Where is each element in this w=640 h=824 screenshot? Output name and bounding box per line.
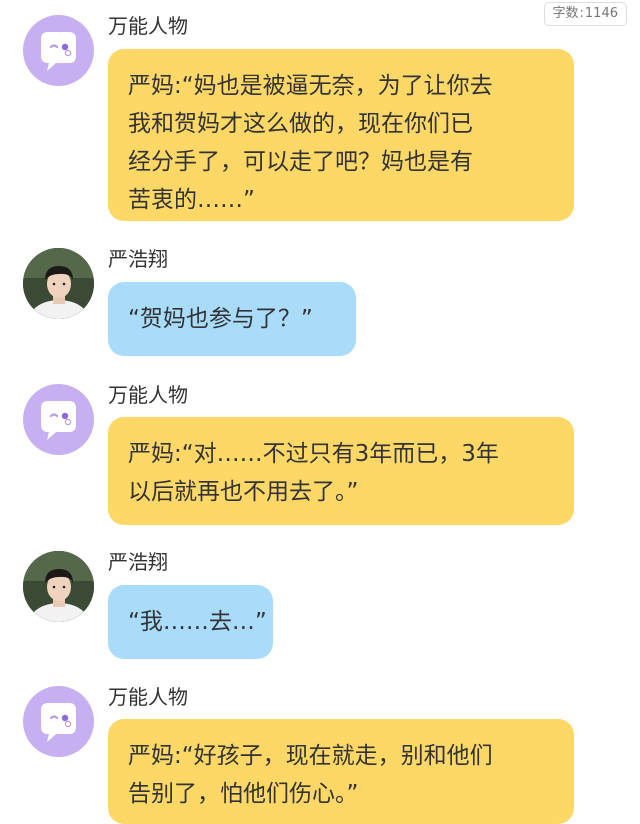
- message-line: 告别了，怕他们伤心。”: [128, 781, 359, 807]
- message-bubble: “贺妈也参与了？”: [108, 282, 356, 356]
- message-bubble: “我……去…”: [108, 585, 273, 659]
- sender-name: 严浩翔: [108, 550, 168, 574]
- word-count-badge: 字数:1146: [543, 2, 627, 26]
- message-line: “贺妈也参与了？”: [128, 306, 313, 332]
- sender-name: 万能人物: [108, 14, 188, 38]
- sender-name: 万能人物: [108, 685, 188, 709]
- user-avatar[interactable]: [23, 248, 94, 319]
- message-line: 严妈:“妈也是被逼无奈，为了让你去: [128, 73, 493, 99]
- bot-chat-icon[interactable]: [23, 15, 94, 86]
- sender-name: 万能人物: [108, 383, 188, 407]
- sender-name: 严浩翔: [108, 247, 168, 271]
- bot-chat-icon[interactable]: [23, 686, 94, 757]
- word-count-separator: :: [579, 6, 584, 21]
- message-line: 经分手了，可以走了吧？妈也是有: [128, 149, 473, 175]
- word-count-value: 1146: [584, 6, 618, 21]
- message-line: 严妈:“对……不过只有3年而已，3年: [128, 441, 499, 467]
- message-bubble: 严妈:“对……不过只有3年而已，3年 以后就再也不用去了。”: [108, 417, 574, 525]
- message-line: 以后就再也不用去了。”: [128, 479, 359, 505]
- message-line: 苦衷的……”: [128, 187, 255, 213]
- bot-chat-icon[interactable]: [23, 384, 94, 455]
- user-avatar[interactable]: [23, 551, 94, 622]
- word-count-label: 字数: [552, 6, 579, 21]
- message-line: 我和贺妈才这么做的，现在你们已: [128, 111, 473, 137]
- message-bubble: 严妈:“妈也是被逼无奈，为了让你去 我和贺妈才这么做的，现在你们已 经分手了，可…: [108, 49, 574, 221]
- message-line: “我……去…”: [128, 609, 267, 635]
- message-line: 严妈:“好孩子，现在就走，别和他们: [128, 743, 493, 769]
- message-bubble: 严妈:“好孩子，现在就走，别和他们 告别了，怕他们伤心。”: [108, 719, 574, 824]
